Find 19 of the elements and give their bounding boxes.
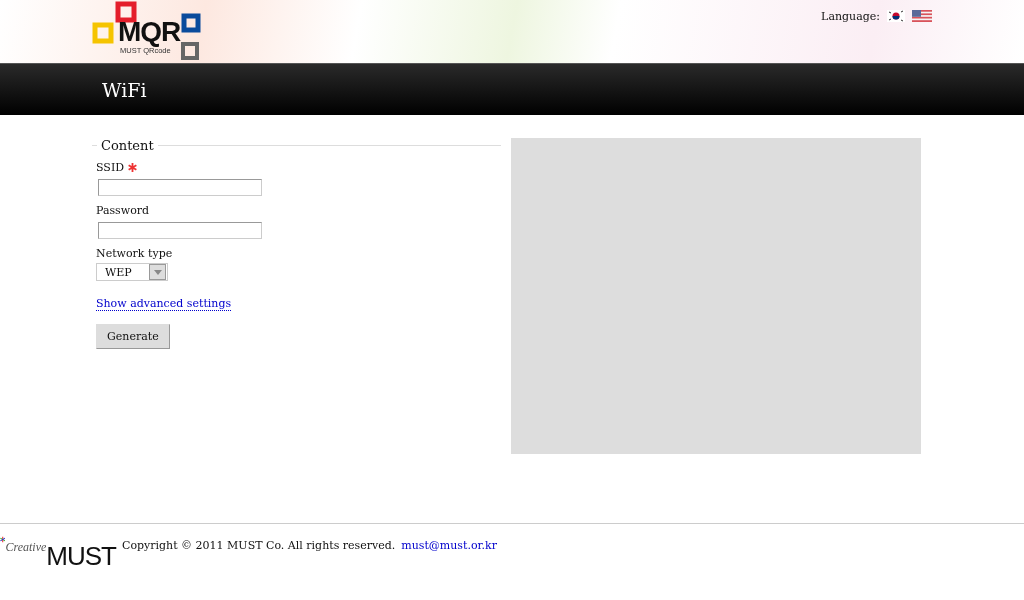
advanced-settings-link[interactable]: Show advanced settings bbox=[96, 297, 232, 311]
email-link[interactable]: must@must.or.kr bbox=[401, 539, 497, 552]
footer-logo-name: MUST bbox=[46, 543, 116, 569]
copyright-text: Copyright © 2011 MUST Co. All rights reserved. bbox=[122, 539, 396, 552]
korea-flag-icon[interactable] bbox=[887, 10, 905, 22]
asterisk-icon bbox=[0, 536, 6, 543]
caret-icon bbox=[153, 269, 162, 275]
network-type-dropdown[interactable]: WEP bbox=[96, 263, 168, 281]
field-label: SSID bbox=[96, 161, 125, 174]
generate-button[interactable]: Generate bbox=[96, 324, 170, 349]
section-legend: Content bbox=[101, 138, 154, 153]
field-label: Password bbox=[96, 204, 150, 217]
text-field[interactable] bbox=[98, 222, 262, 239]
usa-flag-icon[interactable] bbox=[912, 10, 932, 22]
page-title: WiFi bbox=[102, 78, 147, 101]
language-label: Language: bbox=[821, 9, 880, 23]
text-field[interactable] bbox=[98, 179, 262, 196]
field-label: Network type bbox=[96, 247, 173, 260]
footer-logo-prefix: Creative bbox=[5, 540, 47, 554]
